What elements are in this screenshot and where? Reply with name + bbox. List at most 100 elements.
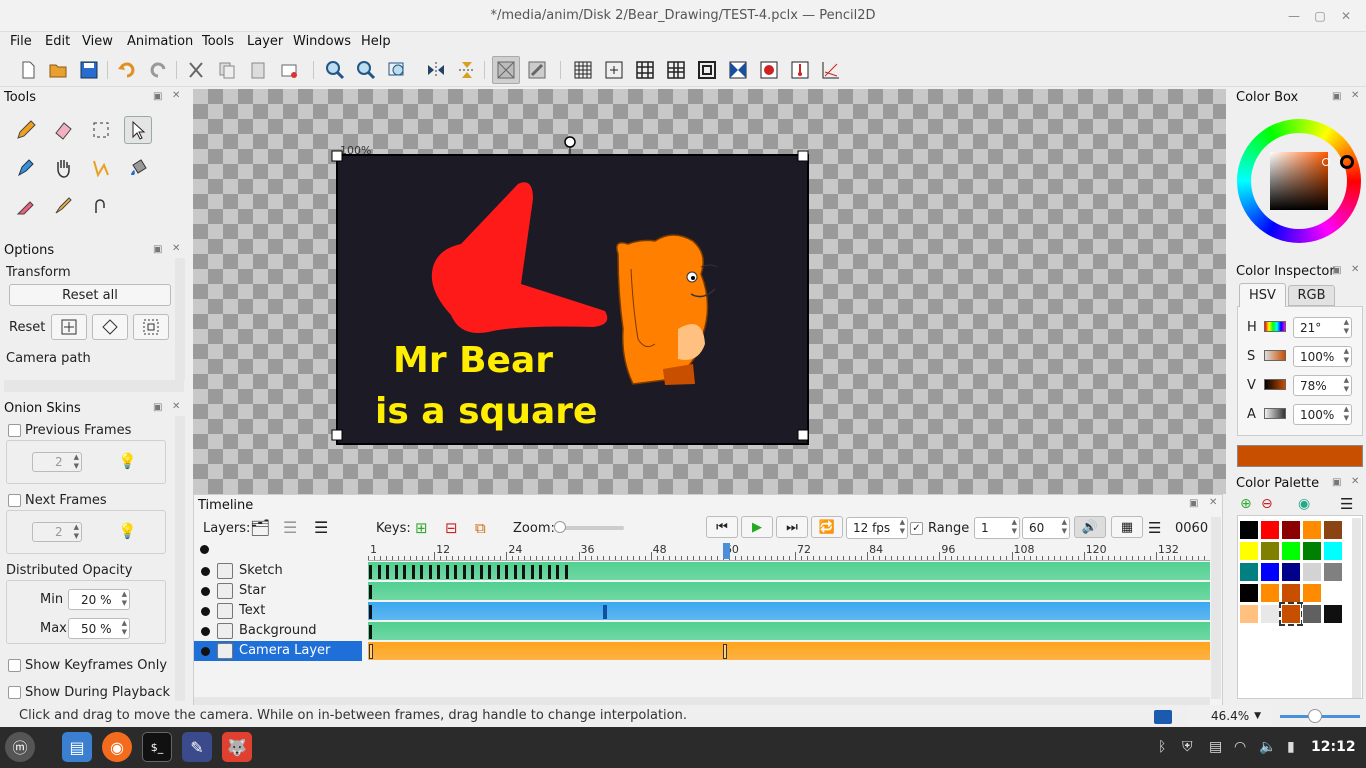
keyframe[interactable] [564, 565, 568, 579]
add-layer-icon[interactable]: 🗂 [250, 518, 270, 537]
visibility-icon[interactable] [201, 647, 210, 656]
close-icon[interactable]: ✕ [1338, 8, 1354, 24]
palette-scrollbar[interactable] [1352, 518, 1361, 698]
keyframe[interactable] [403, 565, 406, 579]
loop-button[interactable]: 🔁 [811, 516, 843, 538]
keyframe[interactable] [471, 565, 474, 579]
layer-row[interactable]: Sketch [194, 561, 362, 581]
keyframe[interactable] [522, 565, 525, 579]
keyframe[interactable] [386, 565, 389, 579]
firefox-icon[interactable]: ◉ [102, 732, 132, 762]
redo-icon[interactable] [147, 59, 169, 81]
max-opacity-spinbox[interactable]: 50 % ▲ ▼ [68, 618, 130, 639]
close-icon[interactable]: ✕ [1351, 476, 1359, 487]
layer-track[interactable] [368, 582, 1210, 600]
paste-icon[interactable] [247, 59, 269, 81]
perspective-3-icon[interactable] [820, 59, 842, 81]
move-tool-icon[interactable] [124, 116, 152, 144]
bluetooth-icon[interactable]: ᛒ [1158, 739, 1166, 755]
thirds-guide-icon[interactable] [634, 59, 656, 81]
files-icon[interactable]: ▤ [62, 732, 92, 762]
go-to-end-button[interactable]: ⏭ [776, 516, 808, 538]
float-icon[interactable]: ▣ [1189, 498, 1198, 509]
layer-row[interactable]: Star [194, 581, 362, 601]
menu-tools[interactable]: Tools [202, 34, 234, 49]
layer-row[interactable]: Camera Layer [194, 641, 362, 661]
min-opacity-spinbox[interactable]: 20 % ▲ ▼ [68, 589, 130, 610]
palette-swatch[interactable] [1302, 541, 1322, 561]
open-folder-icon[interactable] [47, 59, 69, 81]
keyframe[interactable] [496, 565, 500, 579]
reset-all-button[interactable]: Reset all [9, 284, 171, 306]
previous-frames-checkbox[interactable] [8, 424, 21, 437]
layer-track[interactable] [368, 562, 1210, 580]
palette-swatch[interactable] [1323, 541, 1343, 561]
layer-row[interactable]: Text [194, 601, 362, 621]
wifi-icon[interactable]: ◠ [1234, 739, 1246, 755]
keyframe[interactable] [556, 565, 559, 579]
delete-layer-icon[interactable]: ☰ [314, 518, 328, 537]
layer-track[interactable] [368, 642, 1210, 660]
onion-scrollbar[interactable] [175, 416, 185, 701]
tab-rgb[interactable]: RGB [1288, 285, 1335, 306]
options-hscrollbar[interactable] [4, 380, 184, 392]
menu-file[interactable]: File [10, 34, 32, 49]
palette-swatch[interactable] [1260, 520, 1280, 540]
layer-row[interactable]: Background [194, 621, 362, 641]
terminal-icon[interactable]: $_ [142, 732, 172, 762]
clear-icon[interactable] [278, 59, 300, 81]
duplicate-layer-icon[interactable]: ☰ [283, 518, 297, 537]
minimize-icon[interactable]: — [1286, 8, 1302, 24]
save-icon[interactable] [78, 59, 100, 81]
keyframe[interactable] [462, 565, 466, 579]
camera-keyframe[interactable] [369, 644, 373, 659]
eyedropper-tool-icon[interactable] [12, 192, 40, 220]
timeline-ruler[interactable]: 1 12 24 36 48 60 72 84 96 108 120 132 [368, 541, 1210, 561]
flip-vertical-icon[interactable] [456, 59, 478, 81]
palette-swatch[interactable] [1323, 583, 1343, 603]
battery-icon[interactable]: ▮ [1287, 739, 1295, 755]
alpha-spinbox[interactable]: 100% ▲ ▼ [1293, 404, 1352, 425]
palette-swatch[interactable] [1323, 562, 1343, 582]
keyframe[interactable] [488, 565, 491, 579]
palette-swatch[interactable] [1260, 562, 1280, 582]
perspective-icon[interactable] [789, 59, 811, 81]
float-icon[interactable]: ▣ [1332, 265, 1341, 276]
keyframe[interactable] [445, 565, 449, 579]
onion-skin-icon[interactable] [492, 56, 520, 84]
float-icon[interactable]: ▣ [153, 402, 162, 413]
layer-track[interactable] [368, 602, 1210, 620]
palette-swatch[interactable] [1239, 562, 1259, 582]
palette-swatch[interactable] [1323, 604, 1343, 624]
undo-icon[interactable] [116, 59, 138, 81]
polyline-tool-icon[interactable] [87, 154, 115, 182]
play-button[interactable]: ▶ [741, 516, 773, 538]
bucket-tool-icon[interactable] [124, 154, 152, 182]
zoom-fit-icon[interactable] [387, 59, 409, 81]
add-color-icon[interactable]: ⊕ [1240, 496, 1252, 512]
reset-scale-button[interactable] [133, 314, 169, 340]
pen-tool-icon[interactable] [12, 154, 40, 182]
close-icon[interactable]: ✕ [172, 90, 180, 101]
zoom-slider-handle[interactable] [1308, 709, 1322, 723]
visibility-icon[interactable] [201, 627, 210, 636]
visibility-icon[interactable] [201, 587, 210, 596]
range-end-spinbox[interactable]: 60 ▲ ▼ [1022, 517, 1070, 539]
grid-icon[interactable] [572, 59, 594, 81]
palette-swatch[interactable] [1302, 583, 1322, 603]
camera-motion-button[interactable]: ▦ [1111, 516, 1143, 538]
timeline-menu-icon[interactable]: ☰ [1148, 519, 1161, 537]
keyframe[interactable] [369, 585, 372, 599]
palette-swatch[interactable] [1239, 541, 1259, 561]
menu-help[interactable]: Help [361, 34, 391, 49]
palette-swatch[interactable] [1260, 583, 1280, 603]
layer-track[interactable] [368, 622, 1210, 640]
safe-area-icon[interactable] [696, 59, 718, 81]
volume-icon[interactable]: 🔈 [1259, 739, 1276, 755]
lightbulb-icon[interactable]: 💡 [118, 522, 137, 540]
timeline-zoom-handle[interactable] [554, 521, 566, 533]
reset-position-button[interactable] [51, 314, 87, 340]
keyframes-only-checkbox[interactable] [8, 659, 21, 672]
keyframe[interactable] [369, 605, 372, 619]
saturation-value-square[interactable] [1270, 152, 1328, 210]
